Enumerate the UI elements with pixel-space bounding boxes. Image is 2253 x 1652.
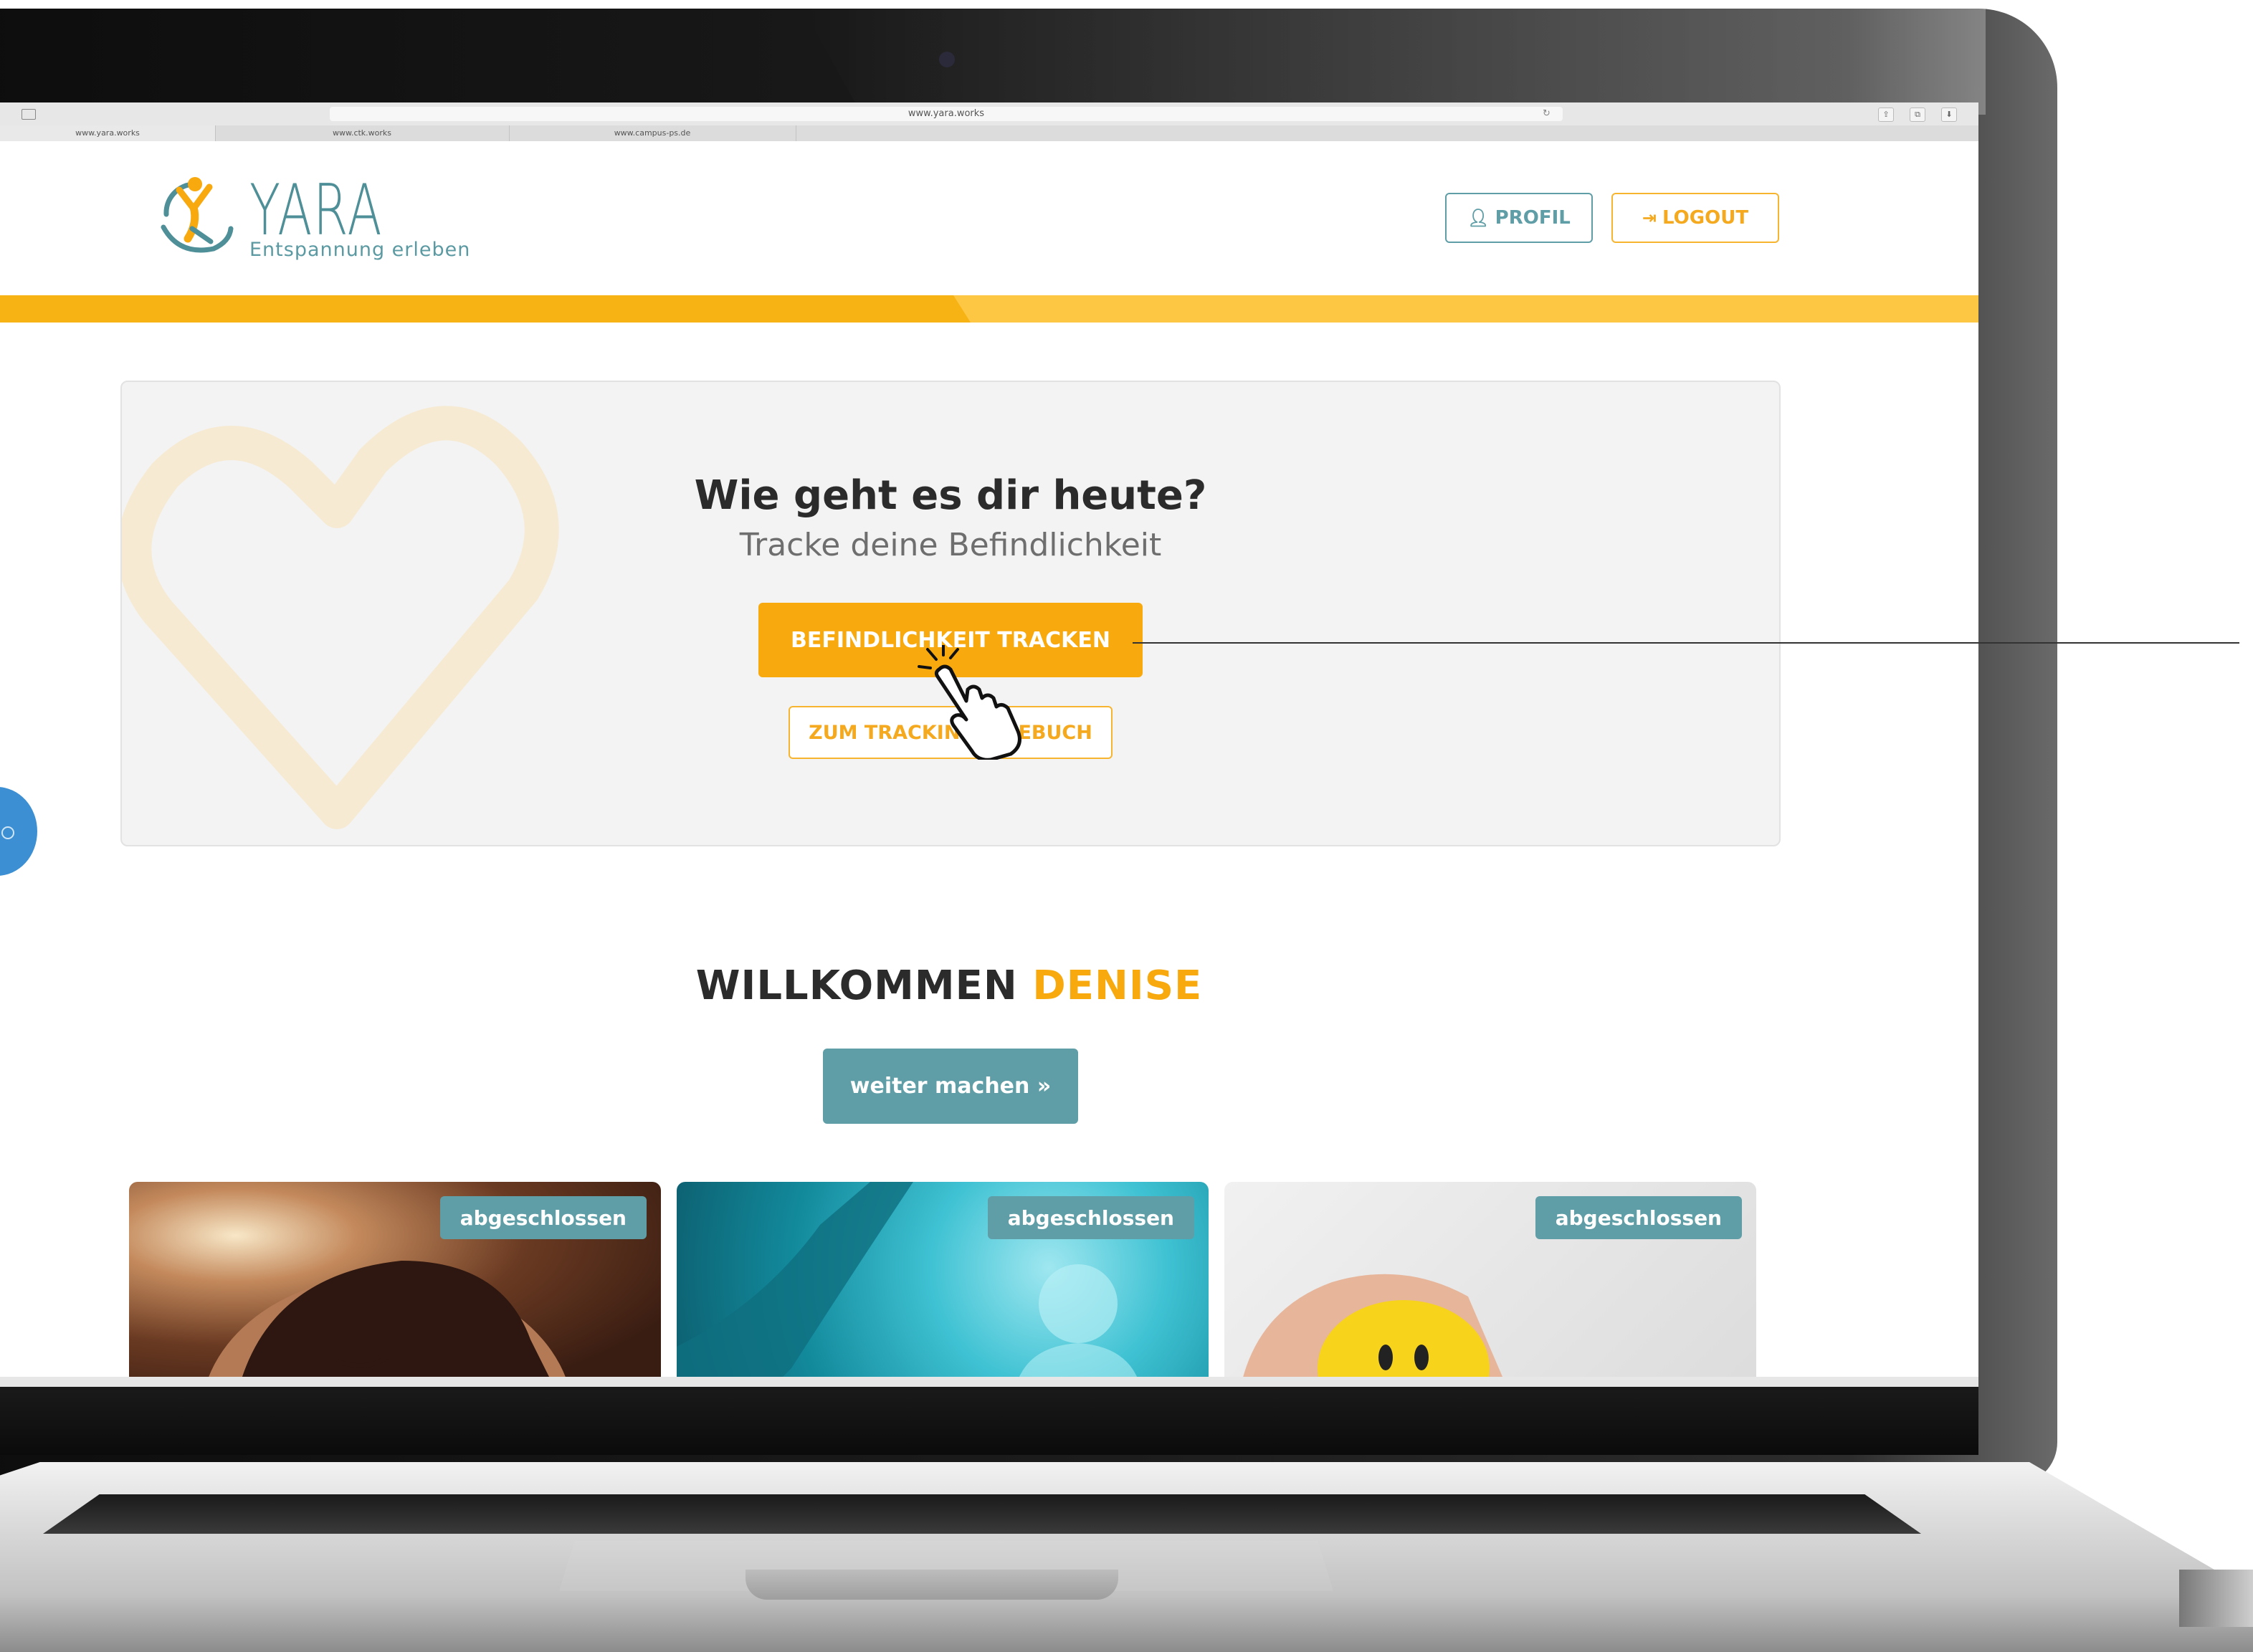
base-edge xyxy=(2179,1570,2253,1627)
sidebar-toggle-icon[interactable] xyxy=(22,109,36,120)
annotation-line xyxy=(1133,642,2239,644)
camera-icon xyxy=(939,52,955,67)
reload-icon[interactable]: ↻ xyxy=(1543,107,1551,121)
share-icon[interactable]: ⇪ xyxy=(1878,108,1894,122)
browser-tab[interactable]: www.yara.works xyxy=(0,125,216,141)
tracking-subtitle: Tracke deine Befindlichkeit xyxy=(739,527,1162,563)
course-status-badge: abgeschlossen xyxy=(439,1196,647,1239)
course-card[interactable]: abgeschlossen xyxy=(129,1182,661,1387)
course-card[interactable]: abgeschlossen xyxy=(677,1182,1209,1387)
logo-tagline: Entspannung erleben xyxy=(249,239,471,261)
browser-tabs: www.yara.works www.ctk.works www.campus-… xyxy=(0,125,1978,142)
lid-notch xyxy=(746,1570,1118,1600)
lid-glare xyxy=(803,9,1986,115)
keyboard-edge xyxy=(43,1494,1921,1534)
course-status-badge: abgeschlossen xyxy=(987,1196,1194,1239)
address-bar[interactable]: www.yara.works xyxy=(330,107,1563,121)
course-card[interactable]: abgeschlossen xyxy=(1224,1182,1756,1387)
continue-button[interactable]: weiter machen » xyxy=(823,1049,1078,1124)
yara-logo-icon[interactable] xyxy=(151,171,238,259)
sign-out-icon: ⇥ xyxy=(1642,208,1657,228)
tracking-title: Wie geht es dir heute? xyxy=(694,472,1207,519)
browser-tab[interactable]: www.campus-ps.de xyxy=(509,125,796,141)
logout-button-label: LOGOUT xyxy=(1662,207,1749,229)
browser-tab[interactable]: www.ctk.works xyxy=(215,125,510,141)
welcome-name: DENISE xyxy=(1032,963,1203,1009)
screen-bottom-edge xyxy=(0,1377,1978,1387)
heart-icon xyxy=(122,406,559,829)
hand-cursor-icon xyxy=(918,645,1021,760)
chat-icon xyxy=(1,826,14,839)
course-status-badge: abgeschlossen xyxy=(1535,1196,1742,1239)
address-text: www.yara.works xyxy=(908,108,985,119)
browser-toolbar: www.yara.works ↻ ⇪ ⧉ ⬇ xyxy=(0,102,1978,126)
profil-button-label: PROFIL xyxy=(1495,207,1571,229)
download-icon[interactable]: ⬇ xyxy=(1941,108,1957,122)
profil-button[interactable]: 👤︎ PROFIL xyxy=(1445,193,1593,243)
welcome-heading: WILLKOMMEN DENISE xyxy=(0,963,1898,1009)
tabs-overview-icon[interactable]: ⧉ xyxy=(1910,108,1925,122)
laptop-bezel-bottom xyxy=(0,1387,1978,1455)
site-header: YARA Entspannung erleben 👤︎ PROFIL ⇥ LOG… xyxy=(0,141,1978,289)
welcome-prefix: WILLKOMMEN xyxy=(695,963,1018,1009)
user-icon: 👤︎ xyxy=(1467,208,1490,228)
logout-button[interactable]: ⇥ LOGOUT xyxy=(1611,193,1779,243)
tracking-card: Wie geht es dir heute? Tracke deine Befi… xyxy=(120,381,1781,846)
